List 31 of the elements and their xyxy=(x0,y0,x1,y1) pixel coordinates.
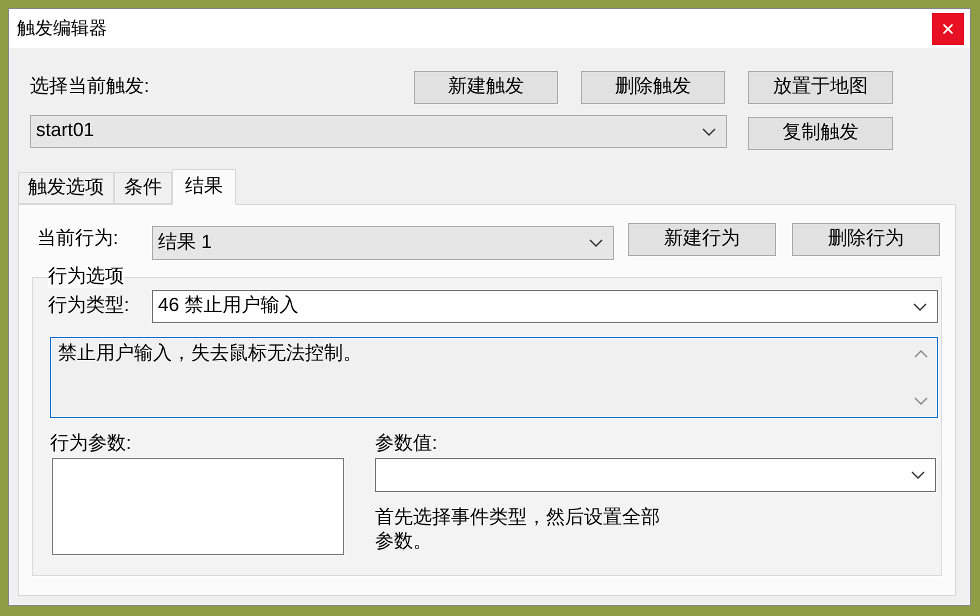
current-action-label: 当前行为: xyxy=(37,227,120,252)
description-box[interactable]: 禁止用户输入，失去鼠标无法控制。 xyxy=(50,337,938,418)
delete-action-button[interactable]: 删除行为 xyxy=(792,223,940,256)
action-type-label: 行为类型: xyxy=(48,294,130,318)
place-on-map-button[interactable]: 放置于地图 xyxy=(748,71,893,104)
parameter-value-label: 参数值: xyxy=(375,432,438,456)
new-trigger-button[interactable]: 新建触发 xyxy=(414,71,558,104)
action-type-dropdown[interactable]: 46 禁止用户输入 xyxy=(152,290,938,323)
scroll-down-icon[interactable] xyxy=(914,397,928,405)
group-title: 行为选项 xyxy=(48,266,124,288)
tab[interactable]: 条件 xyxy=(114,172,172,204)
window-title: 触发编辑器 xyxy=(17,17,107,40)
parameter-list[interactable] xyxy=(52,458,344,555)
hint-text: 首先选择事件类型，然后设置全部参数。 xyxy=(375,506,661,554)
current-action-dropdown[interactable]: 结果 1 xyxy=(152,226,614,260)
close-button[interactable] xyxy=(932,12,964,44)
delete-trigger-button[interactable]: 删除触发 xyxy=(581,71,725,104)
chevron-down-icon xyxy=(913,302,927,310)
trigger-dropdown[interactable]: start01 xyxy=(30,115,727,148)
tab[interactable]: 结果 xyxy=(172,169,236,205)
trigger-label: 选择当前触发: xyxy=(30,75,150,100)
description-text: 禁止用户输入，失去鼠标无法控制。 xyxy=(57,342,363,366)
chevron-down-icon xyxy=(911,471,925,479)
scroll-up-icon[interactable] xyxy=(914,350,928,358)
tab[interactable]: 触发选项 xyxy=(18,172,114,204)
parameter-value-dropdown[interactable] xyxy=(375,458,936,492)
parameters-label: 行为参数: xyxy=(50,432,132,456)
chevron-down-icon xyxy=(589,239,603,247)
chevron-down-icon xyxy=(702,128,716,136)
new-action-button[interactable]: 新建行为 xyxy=(628,223,776,256)
copy-trigger-button[interactable]: 复制触发 xyxy=(748,117,893,150)
